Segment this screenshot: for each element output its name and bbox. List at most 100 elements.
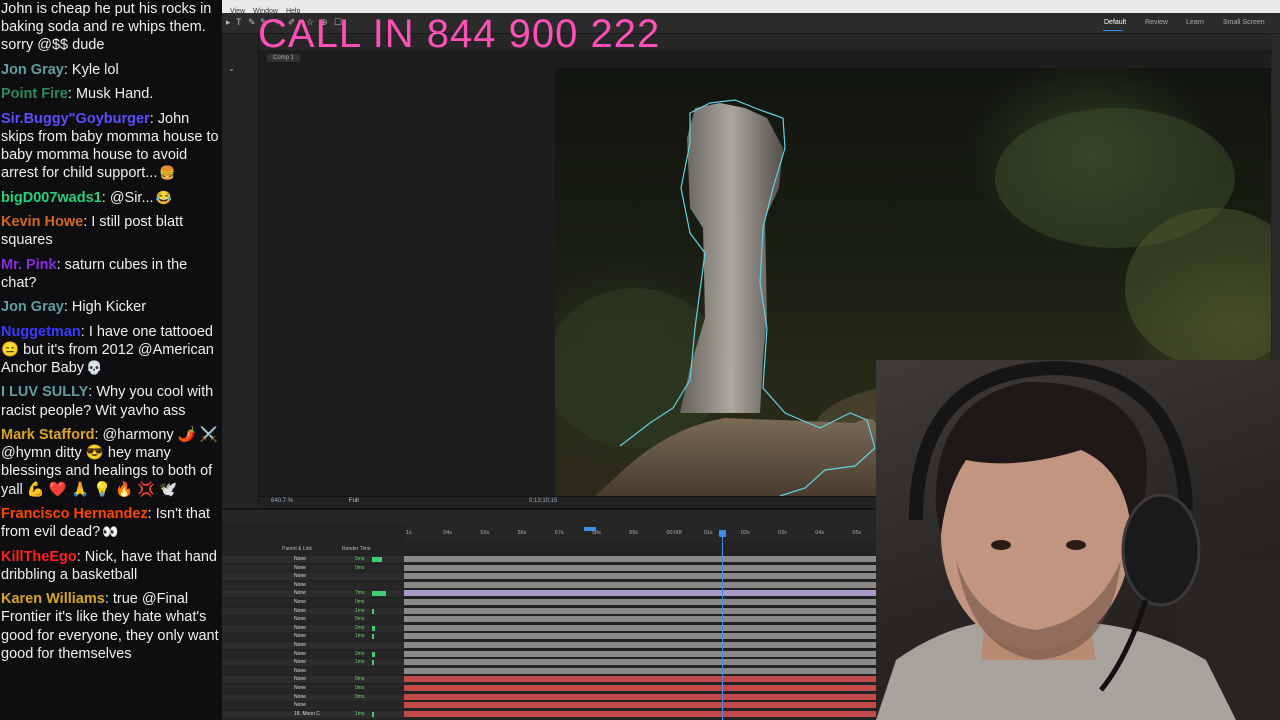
- layer-controls: [222, 633, 404, 641]
- ruler-tick-label: 56s: [517, 530, 527, 536]
- ruler-tick-label: 54s: [443, 530, 453, 536]
- parent-dropdown[interactable]: None: [294, 608, 306, 614]
- render-time-value: 1ms: [355, 607, 365, 614]
- parent-dropdown[interactable]: None: [294, 599, 306, 605]
- chat-message: Jon Gray: High Kicker: [0, 298, 222, 316]
- ruler-tick-label: 1s: [406, 530, 412, 536]
- layer-controls: [222, 693, 404, 701]
- parent-dropdown[interactable]: None: [294, 659, 306, 665]
- parent-dropdown[interactable]: None: [294, 590, 306, 596]
- chat-panel: John is cheap he put his rocks in baking…: [0, 0, 222, 720]
- render-time-bar: [372, 591, 386, 597]
- chat-message: KillTheEgo: Nick, have that hand dribbli…: [0, 548, 222, 584]
- eye: [1066, 540, 1086, 550]
- chat-username[interactable]: KillTheEgo: [1, 549, 77, 565]
- ruler-tick-label: 55s: [480, 530, 490, 536]
- parent-dropdown[interactable]: None: [294, 556, 306, 562]
- ruler-tick-label: 04s: [815, 530, 825, 536]
- playhead-line[interactable]: [722, 530, 723, 720]
- chat-text: Kyle lol: [71, 61, 119, 78]
- chevron-down-icon[interactable]: ⌄: [228, 64, 235, 73]
- render-time-header: Render Time: [342, 546, 371, 552]
- render-time-value: 2ms: [355, 624, 365, 631]
- chat-username[interactable]: bigD007wads1: [1, 190, 102, 206]
- render-time-bar: [372, 557, 382, 562]
- chat-message: Karen Williams: true @Final Frontier it'…: [0, 590, 222, 663]
- chat-emote-icon: 💀: [86, 359, 103, 375]
- parent-dropdown[interactable]: None: [294, 685, 306, 691]
- chat-colon: :: [101, 189, 110, 206]
- parent-dropdown[interactable]: None: [294, 565, 306, 571]
- chat-colon: :: [147, 505, 156, 522]
- chat-message: John is cheap he put his rocks in baking…: [0, 0, 222, 55]
- chat-username[interactable]: Karen Williams: [1, 591, 105, 607]
- chat-username[interactable]: Jon Gray: [1, 62, 64, 78]
- render-time-value: 0ms: [355, 676, 365, 683]
- chat-username[interactable]: Kevin Howe: [1, 214, 83, 230]
- chat-username[interactable]: Francisco Hernandez: [1, 506, 148, 522]
- render-time-bar: [372, 711, 374, 717]
- chat-colon: :: [149, 110, 158, 127]
- render-time-bar: [372, 634, 374, 640]
- resolution-dropdown[interactable]: Full: [349, 498, 359, 504]
- chat-username[interactable]: Point Fire: [1, 86, 68, 102]
- parent-dropdown[interactable]: None: [294, 702, 306, 708]
- parent-dropdown[interactable]: 18. Moon C: [294, 711, 320, 717]
- pen-tool-icon[interactable]: ✎: [248, 17, 256, 28]
- workspace-tab[interactable]: Default: [1104, 19, 1126, 26]
- layer-controls: [222, 702, 404, 710]
- layer-controls: [222, 659, 404, 667]
- ruler-tick-label: 03s: [778, 530, 787, 536]
- parent-dropdown[interactable]: None: [294, 573, 306, 579]
- parent-dropdown[interactable]: None: [294, 668, 306, 674]
- work-area-bar[interactable]: [584, 527, 596, 531]
- parent-dropdown[interactable]: None: [294, 625, 306, 631]
- headphone-earcup: [1121, 493, 1201, 607]
- current-timecode[interactable]: 0;13;10;15: [529, 498, 557, 504]
- chat-message: Francisco Hernandez: Isn't that from evi…: [0, 505, 222, 541]
- layer-controls: [222, 607, 404, 615]
- selection-tool-icon[interactable]: ▸: [226, 17, 231, 28]
- chat-username[interactable]: Mark Stafford: [1, 427, 94, 443]
- chat-username[interactable]: I LUV SULLY: [1, 384, 88, 400]
- chat-username[interactable]: Jon Gray: [1, 299, 64, 315]
- render-time-value: 0ms: [355, 599, 365, 605]
- chat-message: Kevin Howe: I still post blatt squares: [0, 213, 222, 249]
- layer-controls: [222, 573, 404, 581]
- chat-colon: :: [104, 591, 113, 608]
- render-time-value: 0ms: [355, 616, 365, 623]
- chat-username[interactable]: Nuggetman: [1, 324, 81, 340]
- parent-dropdown[interactable]: None: [294, 676, 306, 682]
- chat-text: Musk Hand.: [75, 86, 154, 103]
- parent-dropdown[interactable]: None: [294, 642, 306, 648]
- chat-emote-icon: 🍔: [159, 165, 176, 181]
- render-time-bar: [372, 660, 374, 666]
- layer-controls: [222, 676, 404, 684]
- type-tool-icon[interactable]: T: [236, 17, 242, 27]
- workspace-tab[interactable]: Review: [1145, 19, 1168, 26]
- chat-colon: :: [63, 61, 72, 78]
- layer-controls: [222, 624, 404, 632]
- parent-dropdown[interactable]: None: [294, 616, 306, 622]
- render-time-value: 1ms: [355, 710, 365, 717]
- parent-dropdown[interactable]: None: [294, 651, 306, 657]
- ruler-tick-label: 01s: [703, 530, 713, 536]
- parent-dropdown[interactable]: None: [294, 582, 306, 588]
- layer-controls: [222, 685, 404, 692]
- chat-colon: :: [80, 323, 89, 340]
- chat-username[interactable]: Sir.Buggy"Goyburger: [1, 111, 150, 127]
- chat-colon: :: [67, 86, 76, 103]
- playhead-handle[interactable]: [719, 530, 726, 537]
- project-panel: ⌄: [222, 34, 259, 504]
- workspace-tab[interactable]: Small Screen: [1223, 19, 1265, 26]
- workspace-tab[interactable]: Learn: [1186, 19, 1204, 26]
- parent-dropdown[interactable]: None: [294, 694, 306, 700]
- render-time-value: 7ms: [355, 590, 365, 597]
- chat-message: bigD007wads1: @Sir... 😂: [0, 189, 222, 207]
- layer-controls: [222, 616, 404, 624]
- parent-dropdown[interactable]: None: [294, 633, 306, 639]
- zoom-level[interactable]: 640.7 %: [271, 498, 293, 504]
- chat-username[interactable]: Mr. Pink: [1, 257, 57, 273]
- render-time-value: 1ms: [355, 633, 365, 640]
- chat-text: @Sir...: [109, 189, 154, 206]
